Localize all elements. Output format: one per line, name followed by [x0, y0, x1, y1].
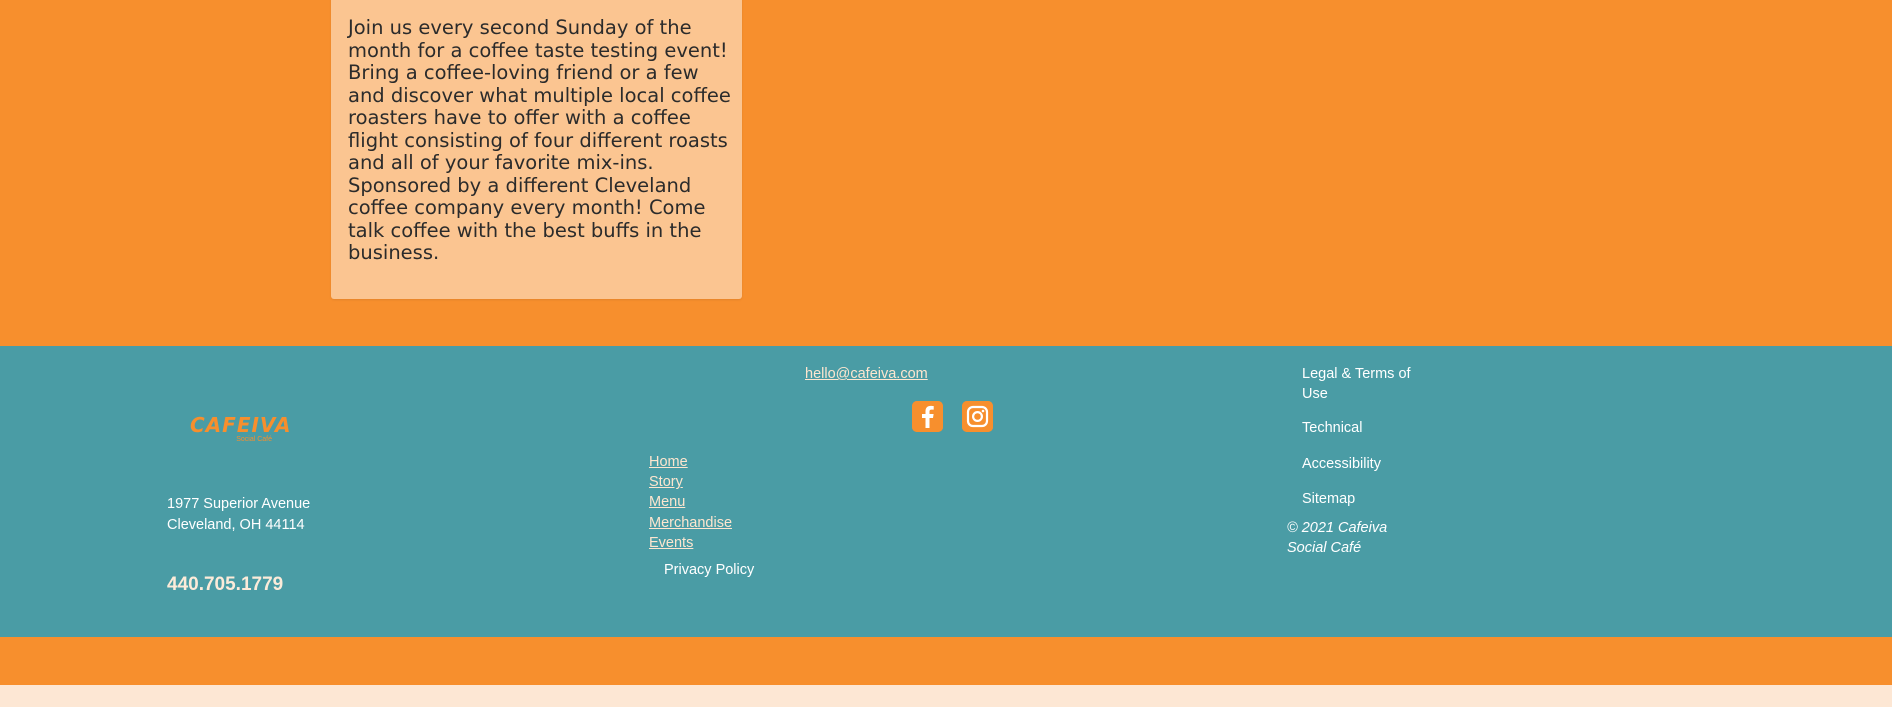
logo-tagline: Social Café — [236, 436, 272, 443]
legal-terms-link[interactable]: Legal & Terms of Use — [1302, 364, 1412, 404]
nav-link-menu[interactable]: Menu — [649, 492, 732, 512]
nav-link-home[interactable]: Home — [649, 452, 732, 472]
phone-number[interactable]: 440.705.1779 — [167, 574, 283, 596]
address: 1977 Superior Avenue Cleveland, OH 44114 — [167, 494, 310, 536]
accessibility-link[interactable]: Accessibility — [1302, 454, 1412, 474]
nav-link-merchandise[interactable]: Merchandise — [649, 513, 732, 533]
bottom-strip — [0, 685, 1892, 707]
sitemap-link[interactable]: Sitemap — [1302, 489, 1412, 509]
event-description: Join us every second Sunday of the month… — [348, 16, 731, 264]
cafeiva-logo[interactable]: CAFEIVA Social Café — [190, 413, 292, 446]
logo-wordmark: CAFEIVA — [190, 413, 292, 437]
copyright: © 2021 Cafeiva Social Café — [1287, 520, 1388, 556]
footer-nav: Home Story Menu Merchandise Events — [649, 452, 732, 553]
event-card: Join us every second Sunday of the month… — [331, 0, 742, 299]
technical-link[interactable]: Technical — [1302, 418, 1412, 438]
nav-link-events[interactable]: Events — [649, 533, 732, 553]
instagram-icon[interactable] — [962, 401, 993, 432]
nav-link-story[interactable]: Story — [649, 472, 732, 492]
footer: CAFEIVA Social Café 1977 Superior Avenue… — [0, 346, 1892, 637]
email-link[interactable]: hello@cafeiva.com — [805, 366, 928, 382]
facebook-icon[interactable] — [912, 401, 943, 432]
address-line-2: Cleveland, OH 44114 — [167, 517, 305, 533]
privacy-policy-link[interactable]: Privacy Policy — [664, 562, 754, 578]
address-line-1: 1977 Superior Avenue — [167, 496, 311, 512]
